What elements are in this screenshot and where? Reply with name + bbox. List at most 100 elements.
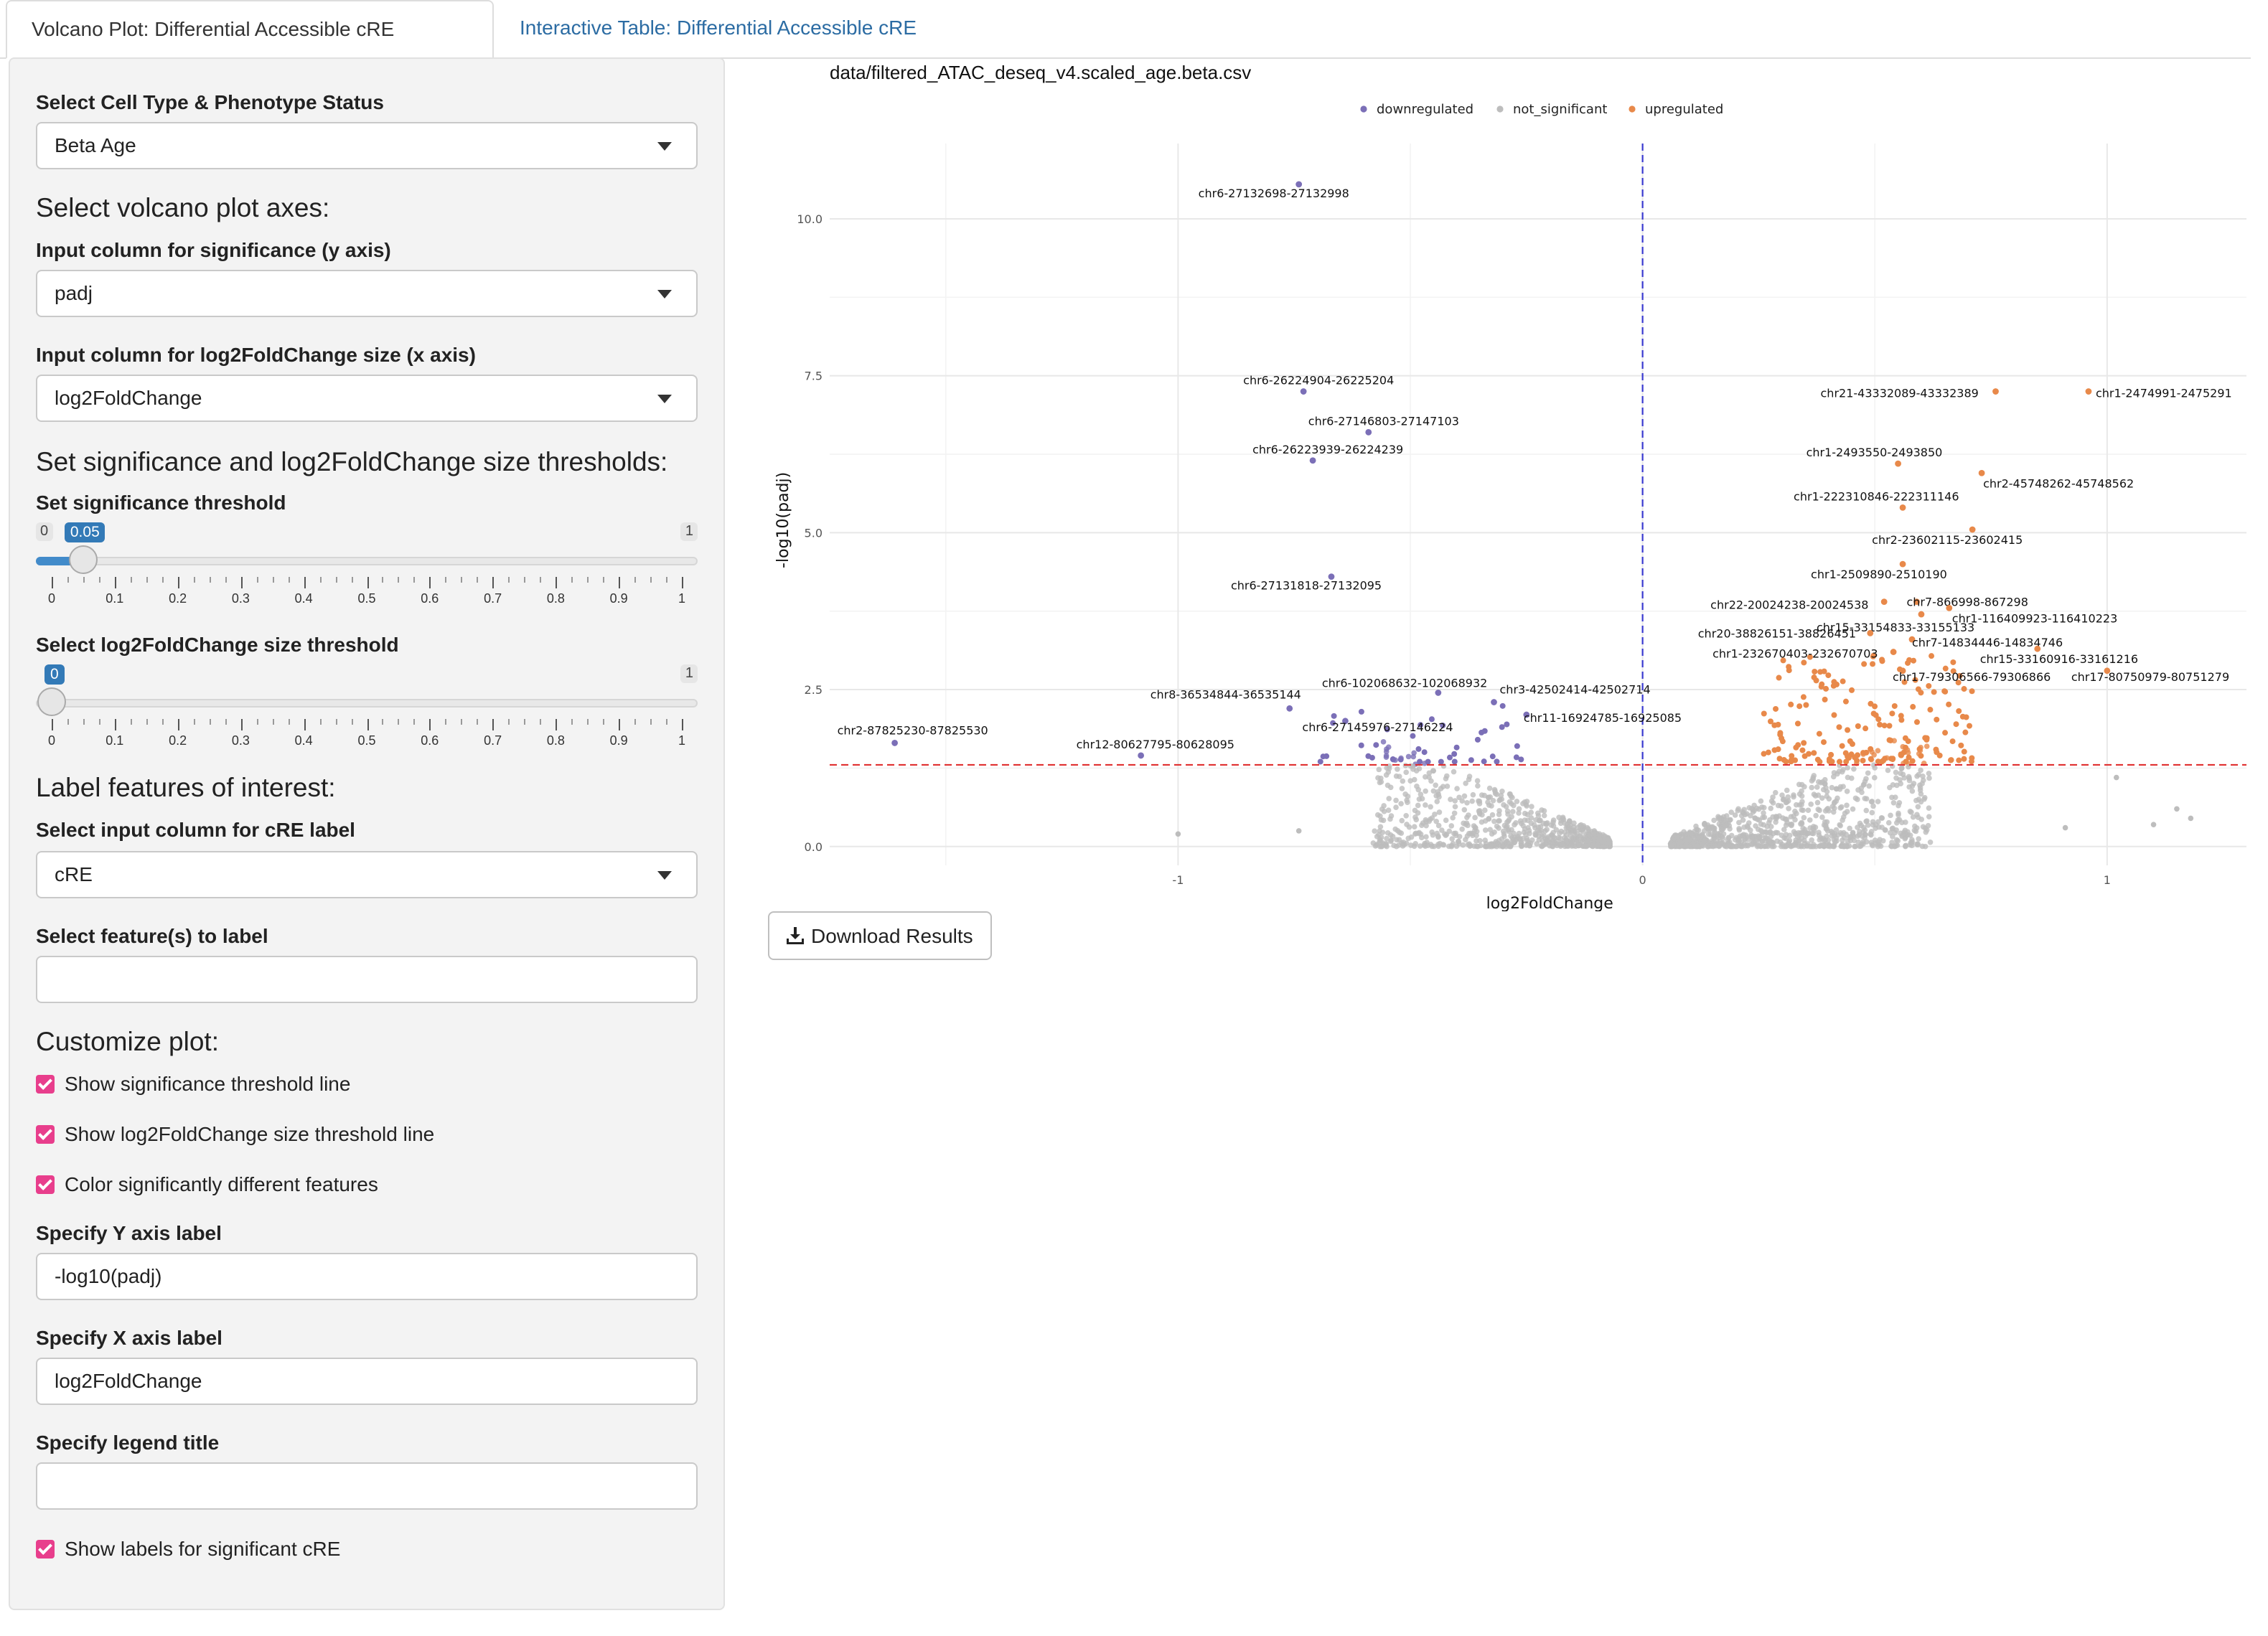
slider-track[interactable] [36,557,698,565]
data-point-not_significant [1786,806,1791,812]
data-point-not_significant [1528,809,1534,815]
data-point-not_significant [1519,843,1524,850]
slider-tick-label: 0.2 [169,733,187,748]
data-point-not_significant [1736,827,1743,833]
data-point-upregulated [1788,701,1794,707]
labeled-point [1946,604,1953,611]
data-point-not_significant [1475,783,1481,789]
fc-threshold-slider[interactable]: 0 1 0 0.1 0.2 0.3 0.4 0.5 0.6 0.7 0.8 0.9 1 [36,664,698,751]
tab-volcano-plot[interactable]: Volcano Plot: Differential Accessible cR… [6,0,494,95]
checkbox-checked-icon[interactable] [36,1175,55,1194]
slider-tick [619,577,621,588]
data-point-not_significant [1686,830,1692,836]
data-point-not_significant [1903,842,1909,849]
fc-column-select[interactable]: log2FoldChange [36,375,698,422]
data-point-not_significant [1386,796,1392,801]
checkbox-checked-icon[interactable] [36,1075,55,1094]
data-point-not_significant [1506,817,1512,822]
sig-line-checkbox[interactable]: Show significance threshold line [36,1072,350,1095]
data-point-not_significant [1473,843,1480,850]
data-point-not_significant [1479,819,1485,825]
data-point-upregulated [1849,741,1855,747]
tab-bar: Volcano Plot: Differential Accessible cR… [0,0,2251,95]
data-point-not_significant [1446,828,1453,835]
data-point-downregulated [1358,742,1364,748]
data-point-not_significant [1817,807,1822,814]
data-point-not_significant [1385,807,1392,813]
cell-type-select[interactable]: Beta Age [36,122,698,169]
data-point-not_significant [1913,797,1919,804]
slider-handle[interactable] [37,687,66,716]
data-point-not_significant [1798,843,1804,850]
data-point-downregulated [1425,758,1431,765]
data-point-upregulated [1811,750,1817,756]
data-point-not_significant [1893,794,1898,800]
slider-tick [288,577,290,583]
data-point-not_significant [1758,798,1764,804]
data-point-not_significant [1412,841,1418,847]
data-point-not_significant [1750,833,1756,840]
sig-column-select[interactable]: padj [36,270,698,317]
tab-interactive-table[interactable]: Interactive Table: Differential Accessib… [495,0,941,56]
checkbox-checked-icon[interactable] [36,1540,55,1559]
point-label: chr6-27132698-27132998 [1199,187,1349,200]
data-point-upregulated [1963,714,1969,720]
point-label: chr7-866998-867298 [1906,596,2028,609]
data-point-not_significant [1781,843,1786,850]
data-point-not_significant [1463,780,1468,786]
data-point-downregulated [1494,758,1500,765]
slider-tick [650,577,652,583]
data-point-upregulated [1836,724,1842,730]
data-point-not_significant [1837,822,1844,829]
legend-title-input[interactable] [36,1462,698,1510]
show-labels-checkbox[interactable]: Show labels for significant cRE [36,1537,340,1560]
data-point-not_significant [1890,800,1897,806]
data-point-not_significant [1831,805,1837,812]
data-point-not_significant [1782,816,1789,822]
features-input[interactable] [36,956,698,1003]
slider-tick [52,719,53,730]
labeled-point [1899,560,1906,568]
data-point-not_significant [1543,822,1550,827]
slider-tick-label: 0.6 [421,733,439,748]
sig-threshold-slider[interactable]: 0 1 0.05 0 0.1 0.2 0.3 0.4 0.5 0.6 0.7 0.8 0.9 1 [36,522,698,608]
data-point-not_significant [1472,824,1479,830]
slider-max-label: 1 [680,664,698,683]
slider-track[interactable] [36,699,698,707]
checkbox-checked-icon[interactable] [36,1125,55,1144]
data-point-not_significant [1522,810,1528,817]
point-label: chr1-2474991-2475291 [2096,387,2232,400]
data-point-upregulated [1936,752,1943,758]
cre-column-select[interactable]: cRE [36,851,698,898]
slider-handle[interactable] [68,545,98,574]
data-point-not_significant [1411,776,1418,783]
x-label-input[interactable]: log2FoldChange [36,1358,698,1405]
data-point-not_significant [1677,840,1682,846]
data-point-not_significant [1741,807,1747,813]
labeled-point [2085,388,2092,395]
slider-tick [209,577,211,583]
slider-tick [556,577,558,588]
data-point-upregulated [1875,748,1881,753]
data-point-not_significant [1926,775,1932,781]
data-point-upregulated [1801,740,1807,746]
data-point-upregulated [1817,758,1823,765]
data-point-not_significant [1845,765,1850,771]
y-label-input[interactable]: -log10(padj) [36,1253,698,1300]
data-point-not_significant [1585,832,1591,839]
download-results-button[interactable]: Download Results [768,911,992,960]
data-point-not_significant [1840,814,1847,820]
data-point-not_significant [1807,817,1813,823]
data-point-upregulated [1845,753,1851,760]
data-point-not_significant [1534,841,1540,847]
point-label: chr1-2493550-2493850 [1807,446,1943,459]
data-point-not_significant [1423,802,1428,808]
slider-tick [83,577,85,583]
color-checkbox[interactable]: Color significantly different features [36,1172,378,1195]
data-point-not_significant [1479,792,1485,798]
data-point-upregulated [1933,746,1939,753]
labeled-point [1880,598,1888,605]
data-point-not_significant [1699,841,1705,847]
sig-line-checkbox-label: Show significance threshold line [65,1072,351,1095]
fc-line-checkbox[interactable]: Show log2FoldChange size threshold line [36,1122,434,1145]
